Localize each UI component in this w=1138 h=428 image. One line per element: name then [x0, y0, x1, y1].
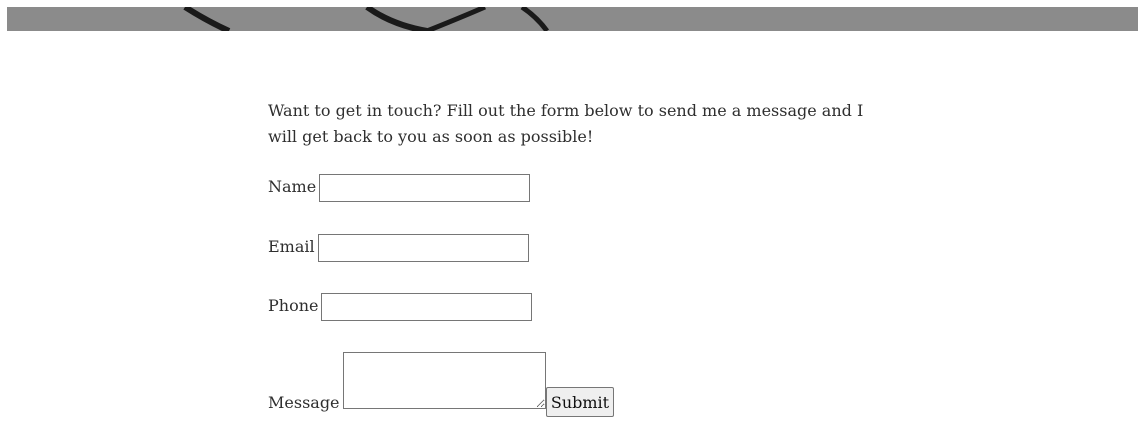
contact-content: Want to get in touch? Fill out the form …: [268, 98, 888, 150]
message-label: Message: [268, 393, 340, 412]
phone-input[interactable]: [321, 293, 533, 321]
contact-page: Want to get in touch? Fill out the form …: [0, 0, 1138, 428]
phone-label: Phone: [268, 296, 319, 315]
message-textarea[interactable]: [342, 352, 546, 409]
email-label: Email: [268, 237, 315, 256]
name-label: Name: [268, 177, 317, 196]
name-row: Name: [268, 174, 531, 202]
phone-row: Phone: [268, 293, 533, 321]
message-row: Message: [268, 352, 546, 412]
name-input[interactable]: [319, 174, 531, 202]
header-banner-image: [7, 7, 1138, 31]
submit-button[interactable]: Submit: [546, 387, 614, 417]
email-row: Email: [268, 234, 529, 262]
intro-paragraph: Want to get in touch? Fill out the form …: [268, 101, 864, 146]
email-input[interactable]: [317, 234, 529, 262]
